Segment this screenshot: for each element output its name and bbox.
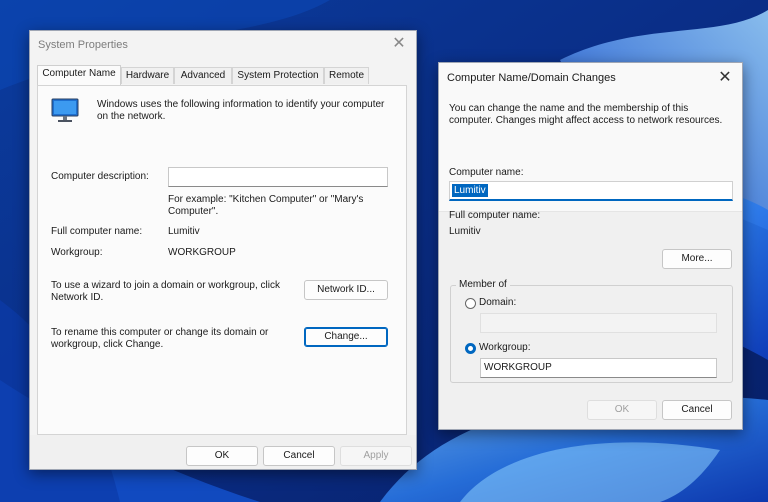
system-properties-titlebar[interactable]: System Properties ✕ <box>30 31 416 61</box>
computer-name-label: Computer name: <box>449 167 524 178</box>
network-id-text: To use a wizard to join a domain or work… <box>51 280 280 303</box>
close-icon[interactable]: ✕ <box>386 32 412 56</box>
rename-text: To rename this computer or change its do… <box>51 327 269 350</box>
domain-input[interactable] <box>480 313 717 333</box>
domain-label: Domain: <box>479 297 517 308</box>
example-text: For example: "Kitchen Computer" or "Mary… <box>168 194 364 217</box>
domain-radio[interactable] <box>465 298 476 309</box>
tab-advanced[interactable]: Advanced <box>174 67 232 84</box>
computer-name-changes-dialog: Computer Name/Domain Changes ✕ You can c… <box>438 62 743 430</box>
more-button[interactable]: More... <box>662 249 732 269</box>
system-properties-dialog: System Properties ✕ Computer Name Hardwa… <box>29 30 417 470</box>
close-icon[interactable]: ✕ <box>712 66 738 90</box>
tab-remote[interactable]: Remote <box>324 67 369 84</box>
full-computer-name-value: Lumitiv <box>168 226 200 237</box>
apply-button[interactable]: Apply <box>340 446 412 466</box>
ok-button[interactable]: OK <box>186 446 258 466</box>
workgroup-input[interactable]: WORKGROUP <box>480 358 717 378</box>
computer-name-input[interactable]: Lumitiv <box>449 181 733 201</box>
full-computer-name-label: Full computer name: <box>449 210 541 221</box>
workgroup-value: WORKGROUP <box>168 247 236 258</box>
member-of-label: Member of <box>456 279 510 291</box>
tab-computer-name[interactable]: Computer Name <box>37 65 121 85</box>
computer-name-value: Lumitiv <box>452 184 488 197</box>
tab-system-protection[interactable]: System Protection <box>232 67 324 84</box>
workgroup-label: Workgroup: <box>51 247 103 258</box>
name-changes-title: Computer Name/Domain Changes <box>447 72 616 84</box>
workgroup-label: Workgroup: <box>479 342 531 353</box>
change-button[interactable]: Change... <box>304 327 388 347</box>
name-changes-intro: You can change the name and the membersh… <box>449 103 723 126</box>
full-computer-name-label: Full computer name: <box>51 226 143 237</box>
member-of-group: Member of Domain: Workgroup: WORKGROUP <box>450 279 733 383</box>
cancel-button[interactable]: Cancel <box>263 446 335 466</box>
dialog-footer: OK Cancel Apply <box>30 435 416 469</box>
tab-hardware[interactable]: Hardware <box>121 67 174 84</box>
full-computer-name-value: Lumitiv <box>449 226 481 237</box>
network-id-button[interactable]: Network ID... <box>304 280 388 300</box>
intro-text: Windows uses the following information t… <box>97 99 385 122</box>
computer-description-input[interactable] <box>168 167 388 187</box>
cancel-button[interactable]: Cancel <box>662 400 732 420</box>
ok-button[interactable]: OK <box>587 400 657 420</box>
computer-monitor-icon <box>51 98 79 122</box>
name-changes-titlebar[interactable]: Computer Name/Domain Changes ✕ <box>439 63 742 93</box>
computer-name-panel: Windows uses the following information t… <box>37 85 407 435</box>
system-properties-title: System Properties <box>38 39 128 51</box>
workgroup-radio[interactable] <box>465 343 476 354</box>
computer-description-label: Computer description: <box>51 171 149 182</box>
